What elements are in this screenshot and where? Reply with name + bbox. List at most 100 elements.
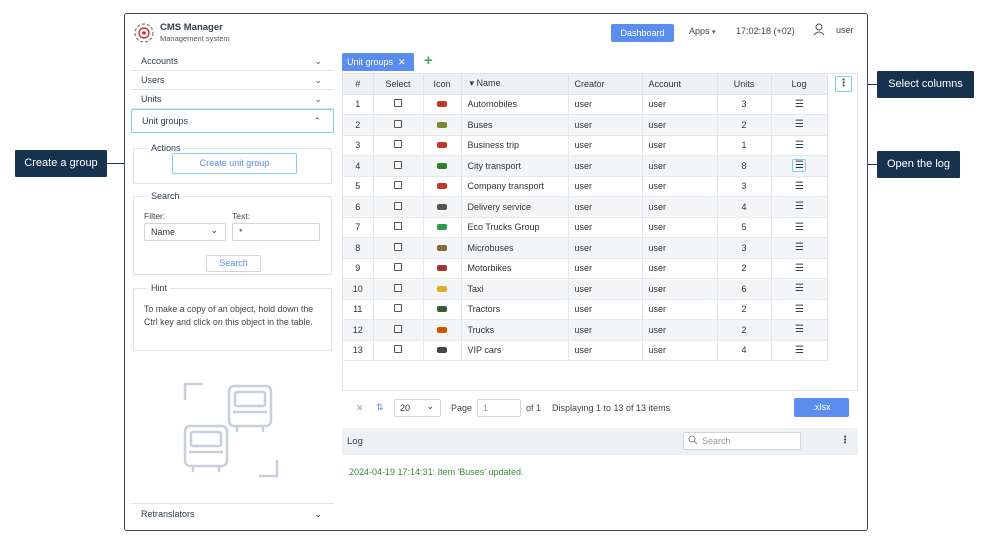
dashboard-button[interactable]: Dashboard [611, 24, 674, 42]
row-select-checkbox[interactable] [373, 196, 424, 218]
col-header-account[interactable]: Account [642, 74, 718, 95]
log-icon[interactable]: ☰ [795, 324, 804, 335]
row-select-checkbox[interactable] [373, 94, 424, 115]
row-log-button[interactable]: ☰ [771, 340, 828, 361]
log-icon[interactable]: ☰ [795, 283, 804, 294]
col-header-icon[interactable]: Icon [423, 74, 462, 95]
table-row[interactable]: 3 Business trip user user 1 ☰ [343, 135, 828, 156]
sidebar-item-units[interactable]: Units ⌄ [131, 90, 334, 109]
row-name[interactable]: Automobiles [461, 94, 569, 115]
checkbox[interactable] [394, 242, 402, 251]
row-select-checkbox[interactable] [373, 135, 424, 156]
log-icon[interactable]: ☰ [795, 304, 804, 315]
row-log-button[interactable]: ☰ [771, 176, 828, 197]
table-row[interactable]: 9 Motorbikes user user 2 ☰ [343, 258, 828, 279]
close-icon[interactable]: ✕ [398, 57, 406, 67]
row-name[interactable]: Tractors [461, 299, 569, 320]
sort-icon[interactable]: ⇅ [376, 402, 384, 413]
row-select-checkbox[interactable] [373, 176, 424, 197]
row-select-checkbox[interactable] [373, 340, 424, 361]
row-name[interactable]: City transport [461, 155, 569, 177]
row-log-button[interactable]: ☰ [771, 196, 828, 218]
log-search-input[interactable]: Search [683, 432, 801, 450]
apps-menu[interactable]: Apps ▾ [689, 26, 716, 36]
checkbox[interactable] [394, 283, 402, 292]
col-header-units[interactable]: Units [717, 74, 772, 95]
page-size-select[interactable]: 20 ⌄ [394, 399, 441, 417]
checkbox[interactable] [394, 222, 402, 231]
table-row[interactable]: 8 Microbuses user user 3 ☰ [343, 237, 828, 259]
tab-unit-groups[interactable]: Unit groups ✕ [342, 53, 414, 71]
log-icon[interactable]: ☰ [795, 263, 804, 274]
checkbox[interactable] [394, 160, 402, 169]
row-name[interactable]: Business trip [461, 135, 569, 156]
row-log-button[interactable]: ☰ [771, 319, 828, 341]
row-select-checkbox[interactable] [373, 217, 424, 238]
table-row[interactable]: 13 VIP cars user user 4 ☰ [343, 340, 828, 361]
search-text-input[interactable]: * [232, 223, 320, 241]
row-name[interactable]: Motorbikes [461, 258, 569, 279]
log-icon[interactable]: ☰ [795, 242, 804, 253]
log-icon[interactable]: ☰ [795, 181, 804, 192]
sidebar-item-unit-groups[interactable]: Unit groups ⌃ [131, 109, 334, 133]
log-icon[interactable]: ☰ [795, 201, 804, 212]
col-header-select[interactable]: Select [373, 74, 424, 95]
log-icon[interactable]: ☰ [795, 222, 804, 233]
row-log-button[interactable]: ☰ [771, 258, 828, 279]
create-unit-group-button[interactable]: Create unit group [172, 153, 297, 174]
clear-icon[interactable]: ✕ [356, 403, 364, 414]
row-name[interactable]: Microbuses [461, 237, 569, 259]
col-header-log[interactable]: Log [771, 74, 828, 95]
row-select-checkbox[interactable] [373, 319, 424, 341]
checkbox[interactable] [394, 324, 402, 333]
checkbox[interactable] [394, 263, 402, 272]
row-log-button[interactable]: ☰ [771, 299, 828, 320]
row-select-checkbox[interactable] [373, 258, 424, 279]
row-log-button[interactable]: ☰ [771, 155, 828, 177]
search-button[interactable]: Search [206, 255, 261, 272]
table-row[interactable]: 12 Trucks user user 2 ☰ [343, 319, 828, 341]
checkbox[interactable] [394, 140, 402, 149]
row-log-button[interactable]: ☰ [771, 237, 828, 259]
log-icon[interactable]: ☰ [792, 159, 806, 173]
select-columns-button[interactable]: ⋮ [835, 76, 852, 92]
table-row[interactable]: 5 Company transport user user 3 ☰ [343, 176, 828, 197]
row-select-checkbox[interactable] [373, 278, 424, 300]
checkbox[interactable] [394, 181, 402, 190]
log-icon[interactable]: ☰ [795, 119, 804, 130]
row-select-checkbox[interactable] [373, 114, 424, 136]
table-row[interactable]: 6 Delivery service user user 4 ☰ [343, 196, 828, 218]
checkbox[interactable] [394, 304, 402, 313]
row-name[interactable]: VIP cars [461, 340, 569, 361]
log-icon[interactable]: ☰ [795, 345, 804, 356]
table-row[interactable]: 4 City transport user user 8 ☰ [343, 155, 828, 177]
row-select-checkbox[interactable] [373, 237, 424, 259]
table-row[interactable]: 11 Tractors user user 2 ☰ [343, 299, 828, 320]
sidebar-item-retranslators[interactable]: Retranslators ⌄ [131, 503, 334, 523]
checkbox[interactable] [394, 99, 402, 108]
row-log-button[interactable]: ☰ [771, 278, 828, 300]
row-log-button[interactable]: ☰ [771, 217, 828, 238]
col-header-number[interactable]: # [343, 74, 374, 95]
col-header-name[interactable]: ▾ Name [461, 74, 569, 95]
row-log-button[interactable]: ☰ [771, 135, 828, 156]
row-select-checkbox[interactable] [373, 299, 424, 320]
col-header-creator[interactable]: Creator [568, 74, 643, 95]
user-icon[interactable] [813, 23, 825, 36]
add-tab-icon[interactable]: + [424, 52, 433, 69]
row-log-button[interactable]: ☰ [771, 114, 828, 136]
table-row[interactable]: 10 Taxi user user 6 ☰ [343, 278, 828, 300]
log-icon[interactable]: ☰ [795, 140, 804, 151]
sidebar-item-users[interactable]: Users ⌄ [131, 71, 334, 90]
log-icon[interactable]: ☰ [795, 99, 804, 110]
table-row[interactable]: 7 Eco Trucks Group user user 5 ☰ [343, 217, 828, 238]
row-name[interactable]: Trucks [461, 319, 569, 341]
username[interactable]: user [836, 25, 854, 35]
log-menu-icon[interactable]: ⋮ [840, 435, 850, 446]
row-name[interactable]: Company transport [461, 176, 569, 197]
table-row[interactable]: 1 Automobiles user user 3 ☰ [343, 94, 828, 115]
export-xlsx-button[interactable]: .xlsx [794, 398, 849, 417]
filter-select[interactable]: Name ⌄ [144, 223, 226, 241]
table-row[interactable]: 2 Buses user user 2 ☰ [343, 114, 828, 136]
row-name[interactable]: Delivery service [461, 196, 569, 218]
